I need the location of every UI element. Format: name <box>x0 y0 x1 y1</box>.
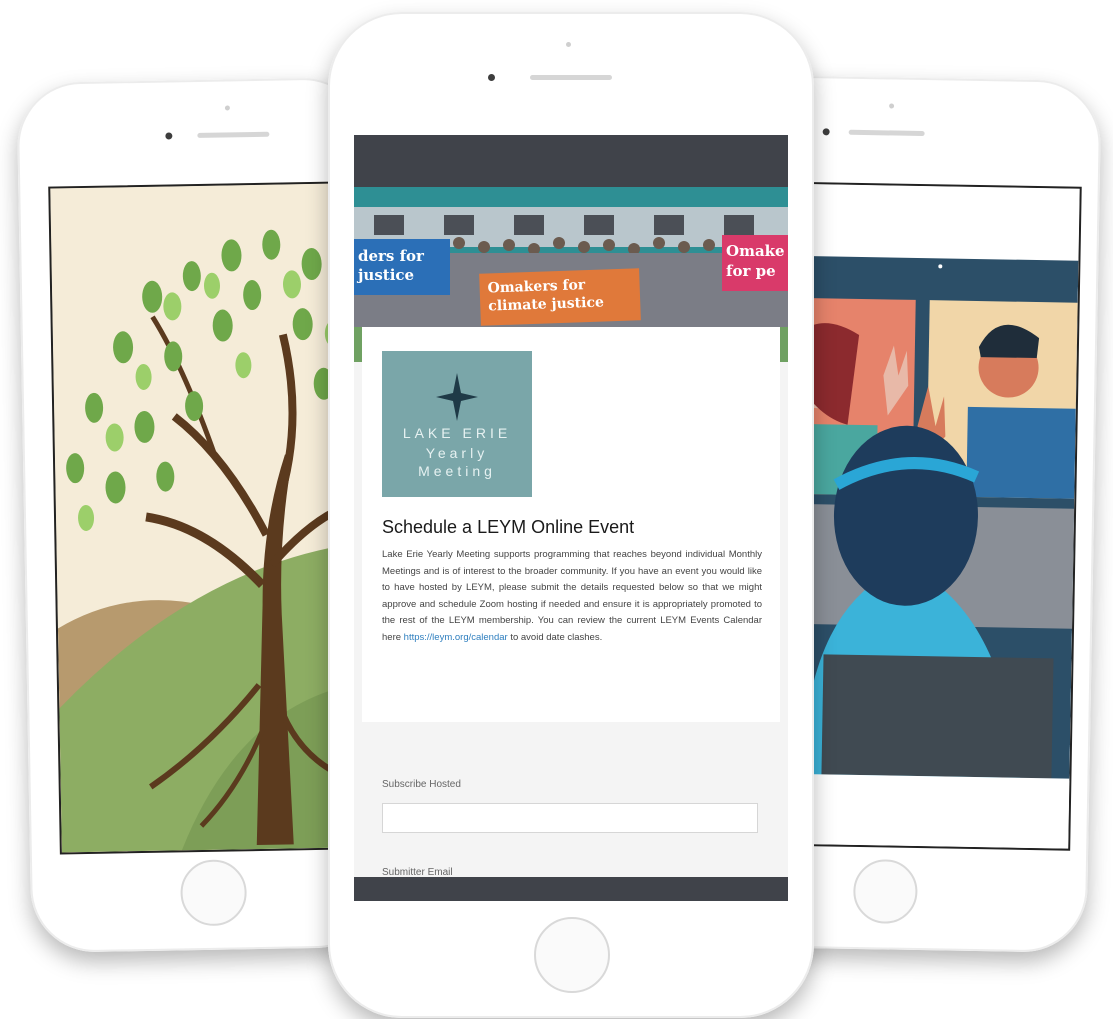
blue-banner: ders for justice <box>354 239 450 295</box>
tree-illustration-screen <box>48 181 364 855</box>
orange-banner: Omakers for climate justice <box>479 268 641 326</box>
description-text: Lake Erie Yearly Meeting supports progra… <box>382 549 762 643</box>
proximity-sensor <box>224 105 230 111</box>
description-end: to avoid date clashes. <box>510 631 603 643</box>
front-camera <box>822 128 830 136</box>
form-card: LAKE ERIE Yearly Meeting Schedule a LEYM… <box>362 327 780 722</box>
front-camera <box>165 132 173 140</box>
field1-label: Subscribe Hosted <box>382 779 461 790</box>
proximity-sensor <box>889 103 895 109</box>
phone-left <box>16 77 382 953</box>
front-camera <box>488 74 495 81</box>
form-screen: ders for justice Omakers for climate jus… <box>354 135 788 901</box>
leym-logo: LAKE ERIE Yearly Meeting <box>382 351 532 497</box>
form-description: Lake Erie Yearly Meeting supports progra… <box>382 547 762 646</box>
phone-center: ders for justice Omakers for climate jus… <box>328 12 814 1018</box>
home-button[interactable] <box>852 858 918 925</box>
earpiece-speaker <box>530 75 612 80</box>
pink-banner: Omake for pe <box>722 235 788 291</box>
calendar-link[interactable]: https://leym.org/calendar <box>404 632 508 643</box>
tree-illustration <box>50 183 362 853</box>
logo-line3: Meeting <box>418 463 496 479</box>
logo-line2: Yearly <box>425 445 489 461</box>
earpiece-speaker <box>197 131 270 138</box>
status-bar <box>354 135 788 187</box>
field1-input[interactable] <box>382 803 758 833</box>
form-title: Schedule a LEYM Online Event <box>382 517 635 537</box>
home-button[interactable] <box>180 859 248 927</box>
earpiece-speaker <box>848 129 925 137</box>
proximity-sensor <box>566 42 571 47</box>
logo-line1: LAKE ERIE <box>402 425 512 441</box>
home-button[interactable] <box>534 917 610 993</box>
bottom-bar <box>354 877 788 901</box>
